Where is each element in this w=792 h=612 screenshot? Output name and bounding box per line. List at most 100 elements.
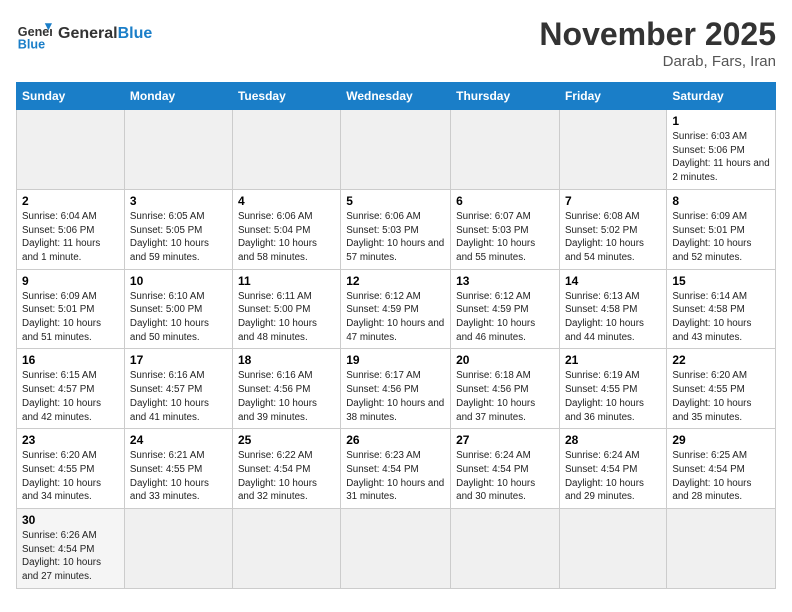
day-info: Sunrise: 6:23 AMSunset: 4:54 PMDaylight:… bbox=[346, 449, 445, 504]
calendar-cell: 20Sunrise: 6:18 AMSunset: 4:56 PMDayligh… bbox=[451, 349, 560, 429]
day-number: 13 bbox=[456, 274, 554, 288]
day-info: Sunrise: 6:07 AMSunset: 5:03 PMDaylight:… bbox=[456, 210, 554, 265]
calendar-cell: 21Sunrise: 6:19 AMSunset: 4:55 PMDayligh… bbox=[559, 349, 666, 429]
day-info: Sunrise: 6:15 AMSunset: 4:57 PMDaylight:… bbox=[22, 369, 119, 424]
calendar-cell: 3 Sunrise: 6:05 AMSunset: 5:05 PMDaylight… bbox=[124, 189, 232, 269]
day-number: 27 bbox=[456, 433, 554, 447]
calendar-cell: 19 Sunrise: 6:17 AMSunset: 4:56 PMDayligh… bbox=[341, 349, 451, 429]
calendar-table: SundayMondayTuesdayWednesdayThursdayFrid… bbox=[16, 82, 776, 589]
calendar-cell: 17Sunrise: 6:16 AMSunset: 4:57 PMDayligh… bbox=[124, 349, 232, 429]
day-info: Sunrise: 6:24 AMSunset: 4:54 PMDaylight:… bbox=[456, 449, 554, 504]
day-info: Sunrise: 6:20 AMSunset: 4:55 PMDaylight:… bbox=[672, 369, 770, 424]
logo: General Blue GeneralBlue bbox=[16, 16, 152, 52]
calendar-cell: 8Sunrise: 6:09 AMSunset: 5:01 PMDaylight… bbox=[667, 189, 776, 269]
day-number: 26 bbox=[346, 433, 445, 447]
day-info: Sunrise: 6:16 AMSunset: 4:56 PMDaylight:… bbox=[238, 369, 335, 424]
logo-text: GeneralBlue bbox=[58, 25, 152, 43]
day-number: 23 bbox=[22, 433, 119, 447]
day-info: Sunrise: 6:22 AMSunset: 4:54 PMDaylight:… bbox=[238, 449, 335, 504]
calendar-cell: 25Sunrise: 6:22 AMSunset: 4:54 PMDayligh… bbox=[232, 429, 340, 509]
calendar-week-row: 2Sunrise: 6:04 AMSunset: 5:06 PMDaylight… bbox=[17, 189, 776, 269]
day-info: Sunrise: 6:09 AMSunset: 5:01 PMDaylight:… bbox=[22, 290, 119, 345]
page-header: General Blue GeneralBlue November 2025 D… bbox=[16, 16, 776, 70]
day-number: 16 bbox=[22, 353, 119, 367]
day-number: 18 bbox=[238, 353, 335, 367]
calendar-cell: 14 Sunrise: 6:13 AMSunset: 4:58 PMDayligh… bbox=[559, 269, 666, 349]
calendar-cell bbox=[17, 110, 125, 190]
day-info: Sunrise: 6:21 AMSunset: 4:55 PMDaylight:… bbox=[130, 449, 227, 504]
calendar-cell bbox=[232, 509, 340, 589]
logo-icon: General Blue bbox=[16, 16, 52, 52]
day-info: Sunrise: 6:13 AMSunset: 4:58 PMDaylight:… bbox=[565, 290, 661, 345]
calendar-week-row: 30Sunrise: 6:26 AMSunset: 4:54 PMDayligh… bbox=[17, 509, 776, 589]
day-number: 4 bbox=[238, 194, 335, 208]
calendar-cell: 30Sunrise: 6:26 AMSunset: 4:54 PMDayligh… bbox=[17, 509, 125, 589]
day-number: 11 bbox=[238, 274, 335, 288]
calendar-cell: 27 Sunrise: 6:24 AMSunset: 4:54 PMDayligh… bbox=[451, 429, 560, 509]
day-number: 14 bbox=[565, 274, 661, 288]
weekday-header-monday: Monday bbox=[124, 83, 232, 110]
calendar-week-row: 16 Sunrise: 6:15 AMSunset: 4:57 PMDayligh… bbox=[17, 349, 776, 429]
calendar-cell: 15Sunrise: 6:14 AMSunset: 4:58 PMDayligh… bbox=[667, 269, 776, 349]
weekday-header-sunday: Sunday bbox=[17, 83, 125, 110]
day-number: 10 bbox=[130, 274, 227, 288]
calendar-cell bbox=[451, 509, 560, 589]
calendar-cell: 22 Sunrise: 6:20 AMSunset: 4:55 PMDayligh… bbox=[667, 349, 776, 429]
day-info: Sunrise: 6:25 AMSunset: 4:54 PMDaylight:… bbox=[672, 449, 770, 504]
calendar-cell: 7Sunrise: 6:08 AMSunset: 5:02 PMDaylight… bbox=[559, 189, 666, 269]
calendar-cell bbox=[667, 509, 776, 589]
calendar-cell bbox=[451, 110, 560, 190]
calendar-cell bbox=[124, 110, 232, 190]
calendar-cell bbox=[124, 509, 232, 589]
weekday-header-friday: Friday bbox=[559, 83, 666, 110]
weekday-header-thursday: Thursday bbox=[451, 83, 560, 110]
calendar-cell: 9 Sunrise: 6:09 AMSunset: 5:01 PMDaylight… bbox=[17, 269, 125, 349]
calendar-cell: 4 Sunrise: 6:06 AMSunset: 5:04 PMDaylight… bbox=[232, 189, 340, 269]
day-info: Sunrise: 6:04 AMSunset: 5:06 PMDaylight:… bbox=[22, 210, 119, 265]
calendar-cell: 28Sunrise: 6:24 AMSunset: 4:54 PMDayligh… bbox=[559, 429, 666, 509]
day-info: Sunrise: 6:12 AMSunset: 4:59 PMDaylight:… bbox=[456, 290, 554, 345]
day-info: Sunrise: 6:24 AMSunset: 4:54 PMDaylight:… bbox=[565, 449, 661, 504]
day-number: 19 bbox=[346, 353, 445, 367]
calendar-subtitle: Darab, Fars, Iran bbox=[539, 53, 776, 70]
day-number: 15 bbox=[672, 274, 770, 288]
day-number: 12 bbox=[346, 274, 445, 288]
calendar-cell: 11Sunrise: 6:11 AMSunset: 5:00 PMDayligh… bbox=[232, 269, 340, 349]
calendar-cell: 1 Sunrise: 6:03 AMSunset: 5:06 PMDaylight… bbox=[667, 110, 776, 190]
day-info: Sunrise: 6:12 AMSunset: 4:59 PMDaylight:… bbox=[346, 290, 445, 345]
calendar-cell: 6 Sunrise: 6:07 AMSunset: 5:03 PMDaylight… bbox=[451, 189, 560, 269]
day-info: Sunrise: 6:10 AMSunset: 5:00 PMDaylight:… bbox=[130, 290, 227, 345]
day-number: 21 bbox=[565, 353, 661, 367]
svg-text:Blue: Blue bbox=[18, 37, 45, 51]
day-number: 3 bbox=[130, 194, 227, 208]
calendar-cell: 24Sunrise: 6:21 AMSunset: 4:55 PMDayligh… bbox=[124, 429, 232, 509]
day-number: 6 bbox=[456, 194, 554, 208]
day-info: Sunrise: 6:06 AMSunset: 5:03 PMDaylight:… bbox=[346, 210, 445, 265]
day-info: Sunrise: 6:17 AMSunset: 4:56 PMDaylight:… bbox=[346, 369, 445, 424]
calendar-cell bbox=[341, 509, 451, 589]
day-info: Sunrise: 6:16 AMSunset: 4:57 PMDaylight:… bbox=[130, 369, 227, 424]
day-number: 8 bbox=[672, 194, 770, 208]
calendar-week-row: 1 Sunrise: 6:03 AMSunset: 5:06 PMDaylight… bbox=[17, 110, 776, 190]
calendar-cell: 5 Sunrise: 6:06 AMSunset: 5:03 PMDaylight… bbox=[341, 189, 451, 269]
day-number: 29 bbox=[672, 433, 770, 447]
calendar-cell: 16 Sunrise: 6:15 AMSunset: 4:57 PMDayligh… bbox=[17, 349, 125, 429]
weekday-header-wednesday: Wednesday bbox=[341, 83, 451, 110]
day-info: Sunrise: 6:18 AMSunset: 4:56 PMDaylight:… bbox=[456, 369, 554, 424]
day-info: Sunrise: 6:03 AMSunset: 5:06 PMDaylight:… bbox=[672, 130, 770, 185]
day-number: 1 bbox=[672, 114, 770, 128]
day-info: Sunrise: 6:08 AMSunset: 5:02 PMDaylight:… bbox=[565, 210, 661, 265]
day-info: Sunrise: 6:05 AMSunset: 5:05 PMDaylight:… bbox=[130, 210, 227, 265]
calendar-cell: 23 Sunrise: 6:20 AMSunset: 4:55 PMDayligh… bbox=[17, 429, 125, 509]
calendar-title: November 2025 bbox=[539, 16, 776, 53]
calendar-cell bbox=[341, 110, 451, 190]
day-number: 5 bbox=[346, 194, 445, 208]
day-number: 22 bbox=[672, 353, 770, 367]
calendar-cell: 2Sunrise: 6:04 AMSunset: 5:06 PMDaylight… bbox=[17, 189, 125, 269]
calendar-cell: 13 Sunrise: 6:12 AMSunset: 4:59 PMDayligh… bbox=[451, 269, 560, 349]
calendar-cell: 10 Sunrise: 6:10 AMSunset: 5:00 PMDayligh… bbox=[124, 269, 232, 349]
day-number: 9 bbox=[22, 274, 119, 288]
day-info: Sunrise: 6:26 AMSunset: 4:54 PMDaylight:… bbox=[22, 529, 119, 584]
day-info: Sunrise: 6:20 AMSunset: 4:55 PMDaylight:… bbox=[22, 449, 119, 504]
day-info: Sunrise: 6:06 AMSunset: 5:04 PMDaylight:… bbox=[238, 210, 335, 265]
